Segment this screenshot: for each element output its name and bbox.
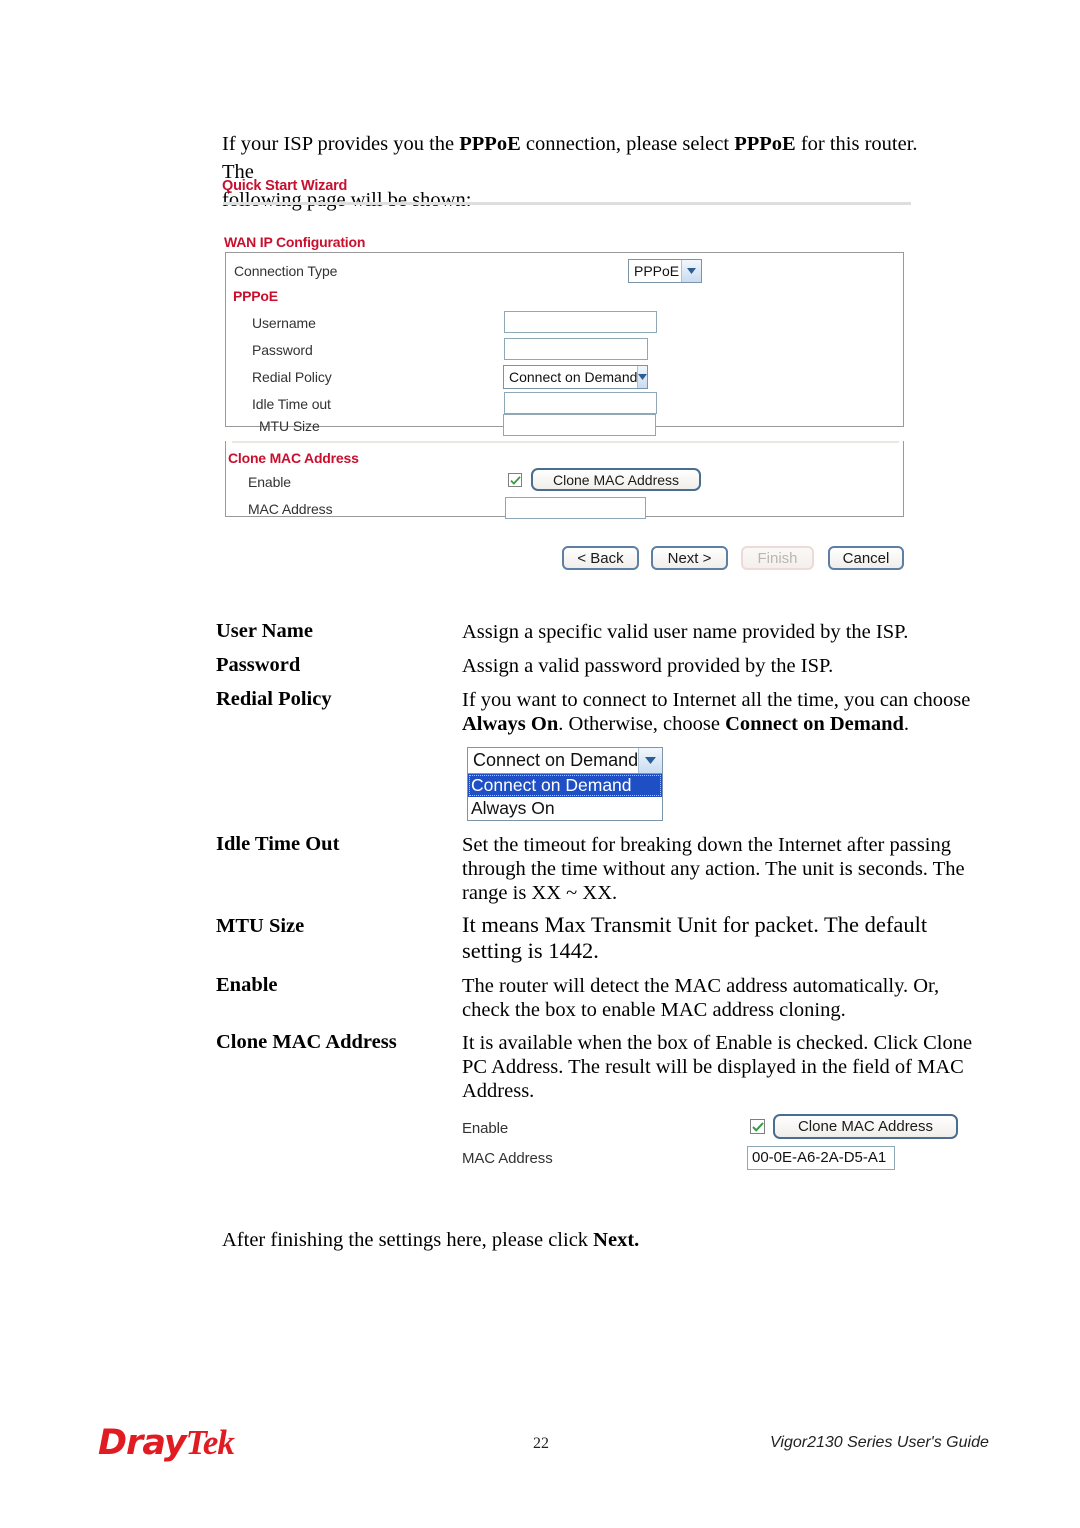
password-input[interactable]: [504, 338, 648, 360]
snippet-enable-checkbox[interactable]: [750, 1119, 765, 1134]
redial-policy-dropdown-selected: Connect on Demand: [473, 750, 639, 770]
wizard-divider: [223, 202, 911, 205]
clone-mac-panel: Clone MAC Address Enable Clone MAC Addre…: [225, 441, 904, 519]
password-label: Password: [252, 342, 313, 358]
logo-tek: Tek: [185, 1423, 235, 1462]
wan-config-panel: Connection Type PPPoE PPPoE Username Pas…: [225, 252, 904, 427]
desc-line: It means Max Transmit Unit for packet. T…: [462, 912, 928, 937]
closing-emph-next: Next.: [593, 1229, 640, 1251]
mac-address-input[interactable]: [505, 497, 646, 519]
desc-line: It is available when the box of Enable i…: [462, 1032, 973, 1054]
logo-dray: Dray: [98, 1423, 187, 1463]
intro-emph-pppoe-2: PPPoE: [734, 133, 796, 155]
redial-policy-dropdown-options[interactable]: Connect on Demand Always On: [467, 774, 663, 821]
definition-term-password: Password: [216, 654, 301, 676]
cancel-button[interactable]: Cancel: [828, 546, 904, 570]
dropdown-option-always-on[interactable]: Always On: [468, 797, 662, 820]
wizard-title: Quick Start Wizard: [222, 178, 348, 194]
desc-line-2: through the time without any action. The…: [462, 858, 965, 880]
definition-term-mtu-size: MTU Size: [216, 915, 305, 937]
desc-line: Assign a specific valid user name provid…: [462, 621, 909, 643]
desc-line-2: check the box to enable MAC address clon…: [462, 999, 846, 1021]
connection-type-select[interactable]: PPPoE: [628, 259, 702, 283]
desc-text-2: .: [903, 713, 910, 735]
definition-desc-user-name: Assign a specific valid user name provid…: [462, 620, 982, 644]
desc-line: Set the timeout for breaking down the In…: [462, 834, 952, 856]
dropdown-option-connect-on-demand[interactable]: Connect on Demand: [468, 774, 662, 797]
definition-term-enable: Enable: [216, 974, 278, 996]
mtu-size-label: MTU Size: [259, 418, 320, 434]
redial-policy-select[interactable]: Connect on Demand: [503, 365, 648, 389]
closing-text: After finishing the settings here, pleas…: [222, 1229, 594, 1251]
definition-desc-mtu-size: It means Max Transmit Unit for packet. T…: [462, 912, 982, 964]
enable-checkbox[interactable]: [508, 473, 522, 487]
section-clone-mac-address: Clone MAC Address: [228, 450, 359, 466]
chevron-down-icon[interactable]: [637, 366, 648, 388]
desc-line-3: range is XX ~ XX.: [462, 882, 618, 904]
check-icon: [751, 1121, 764, 1132]
finish-button: Finish: [741, 546, 814, 570]
redial-policy-value: Connect on Demand: [509, 369, 638, 385]
next-button[interactable]: Next >: [651, 546, 728, 570]
desc-line-2: Always On. Otherwise, choose Connect on …: [462, 712, 982, 736]
desc-line-2: setting is 1442.: [462, 938, 599, 963]
definition-desc-clone-mac-address: It is available when the box of Enable i…: [462, 1031, 987, 1103]
desc-line-3: Address.: [462, 1080, 535, 1102]
connection-type-value: PPPoE: [634, 263, 680, 279]
definition-desc-enable: The router will detect the MAC address a…: [462, 974, 982, 1022]
definition-desc-password: Assign a valid password provided by the …: [462, 654, 982, 678]
chevron-down-icon[interactable]: [681, 260, 701, 282]
section-wan-ip-configuration: WAN IP Configuration: [224, 234, 366, 250]
page-number: 22: [533, 1435, 549, 1452]
redial-policy-dropdown-closed-box[interactable]: Connect on Demand: [467, 747, 663, 774]
intro-text-2: connection, please select: [520, 133, 735, 155]
chevron-down-icon[interactable]: [638, 748, 662, 773]
intro-emph-pppoe-1: PPPoE: [459, 133, 521, 155]
mac-address-label: MAC Address: [248, 501, 333, 517]
clone-mac-snippet-figure: Enable Clone MAC Address MAC Address 00-…: [462, 1113, 987, 1179]
desc-line: If you want to connect to Internet all t…: [462, 689, 971, 711]
closing-paragraph: After finishing the settings here, pleas…: [222, 1226, 922, 1254]
desc-text: . Otherwise, choose: [558, 713, 726, 735]
username-label: Username: [252, 315, 316, 331]
definition-term-user-name: User Name: [216, 620, 313, 642]
redial-policy-dropdown-figure: Connect on Demand Connect on Demand Alwa…: [467, 747, 663, 821]
snippet-clone-mac-address-button[interactable]: Clone MAC Address: [773, 1114, 958, 1139]
intro-text: If your ISP provides you the: [222, 133, 460, 155]
connection-type-label: Connection Type: [234, 263, 338, 279]
redial-policy-label: Redial Policy: [252, 369, 332, 385]
definition-term-clone-mac-address: Clone MAC Address: [216, 1031, 397, 1053]
desc-emph-always-on: Always On: [462, 713, 559, 735]
back-button[interactable]: < Back: [562, 546, 639, 570]
snippet-enable-label: Enable: [462, 1120, 509, 1137]
username-input[interactable]: [504, 311, 657, 333]
clone-mac-address-button[interactable]: Clone MAC Address: [531, 468, 701, 491]
guide-title: Vigor2130 Series User's Guide: [770, 1434, 989, 1451]
mtu-size-input[interactable]: [503, 414, 656, 436]
desc-emph-connect-on-demand: Connect on Demand: [725, 713, 904, 735]
definition-desc-idle-time-out: Set the timeout for breaking down the In…: [462, 833, 982, 905]
idle-time-out-input[interactable]: [504, 392, 657, 414]
definition-desc-redial-policy: If you want to connect to Internet all t…: [462, 688, 982, 736]
router-screenshot: Quick Start Wizard WAN IP Configuration …: [222, 178, 912, 578]
definition-term-redial-policy: Redial Policy: [216, 688, 332, 710]
snippet-mac-address-input[interactable]: 00-0E-A6-2A-D5-A1: [747, 1146, 895, 1170]
idle-time-out-label: Idle Time out: [252, 396, 331, 412]
desc-line: The router will detect the MAC address a…: [462, 975, 940, 997]
desc-line: Assign a valid password provided by the …: [462, 655, 834, 677]
enable-label: Enable: [248, 474, 291, 490]
section-pppoe: PPPoE: [233, 288, 278, 304]
definition-term-idle-time-out: Idle Time Out: [216, 833, 340, 855]
panel-divider: [232, 441, 899, 443]
snippet-mac-address-label: MAC Address: [462, 1150, 553, 1167]
draytek-logo: DrayTek: [98, 1423, 235, 1463]
check-icon: [509, 475, 521, 485]
desc-line-2: PC Address. The result will be displayed…: [462, 1056, 964, 1078]
